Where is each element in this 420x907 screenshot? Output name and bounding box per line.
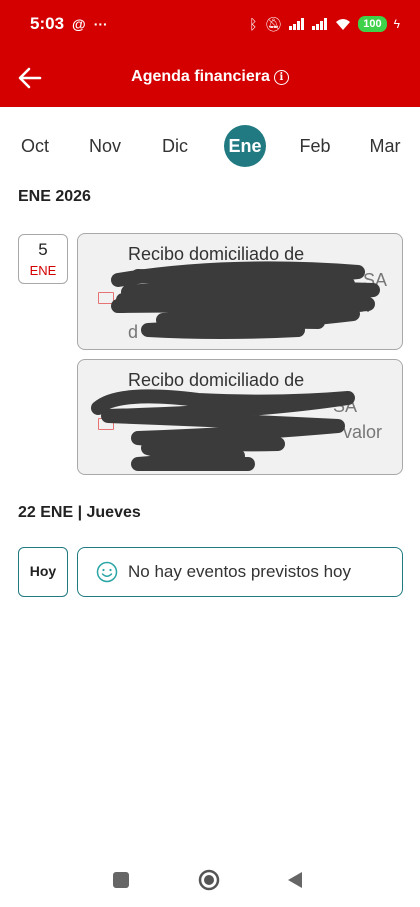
battery-badge: 100 xyxy=(358,16,387,32)
month-tab-feb[interactable]: Feb xyxy=(299,125,330,167)
event-card-2[interactable]: Recibo domiciliado de SA valor xyxy=(77,359,403,475)
system-nav-bar xyxy=(0,855,420,907)
no-events-card: No hay eventos previstos hoy xyxy=(77,547,403,597)
page-title-text: Agenda financiera xyxy=(131,68,270,85)
wifi-icon xyxy=(336,19,351,30)
page-title: Agenda financiera i xyxy=(0,68,420,86)
smiley-icon xyxy=(96,561,118,583)
mute-icon: 🔕︎ xyxy=(264,15,283,32)
info-icon[interactable]: i xyxy=(273,70,289,85)
more-notifications-icon: ··· xyxy=(93,16,108,32)
triangle-back-icon[interactable] xyxy=(287,871,303,889)
signal-icon xyxy=(289,18,305,30)
date-badge: 5 ENE xyxy=(18,234,68,284)
event-card-1[interactable]: Recibo domiciliado de SA valor d xyxy=(77,233,403,350)
today-heading: 22 ENE | Jueves xyxy=(18,504,141,521)
bluetooth-icon: ᛒ xyxy=(249,16,258,32)
no-events-message: No hay eventos previstos hoy xyxy=(128,562,352,581)
status-bar: 5:03 @ ··· ᛒ 🔕︎ 100 ϟ xyxy=(0,0,420,48)
month-tab-dic[interactable]: Dic xyxy=(162,125,188,167)
charging-icon: ϟ xyxy=(393,17,400,31)
today-badge: Hoy xyxy=(18,547,68,597)
date-month: ENE xyxy=(29,263,57,278)
square-icon[interactable] xyxy=(113,872,129,888)
month-heading: ENE 2026 xyxy=(18,188,91,205)
month-tab-oct[interactable]: Oct xyxy=(21,125,49,167)
date-day: 5 xyxy=(38,240,48,259)
signal-icon-2 xyxy=(312,18,328,30)
month-tab-ene[interactable]: Ene xyxy=(224,125,266,167)
redaction-scribble xyxy=(111,261,380,339)
circle-icon[interactable] xyxy=(198,869,220,891)
month-selector: Oct Nov Dic Ene Feb Mar xyxy=(0,125,420,167)
month-tab-mar[interactable]: Mar xyxy=(370,125,401,167)
threads-icon: @ xyxy=(72,16,86,32)
month-tab-nov[interactable]: Nov xyxy=(89,125,121,167)
redaction-scribble xyxy=(91,389,355,471)
app-bar: Agenda financiera i xyxy=(0,48,420,107)
status-time: 5:03 xyxy=(30,14,65,33)
